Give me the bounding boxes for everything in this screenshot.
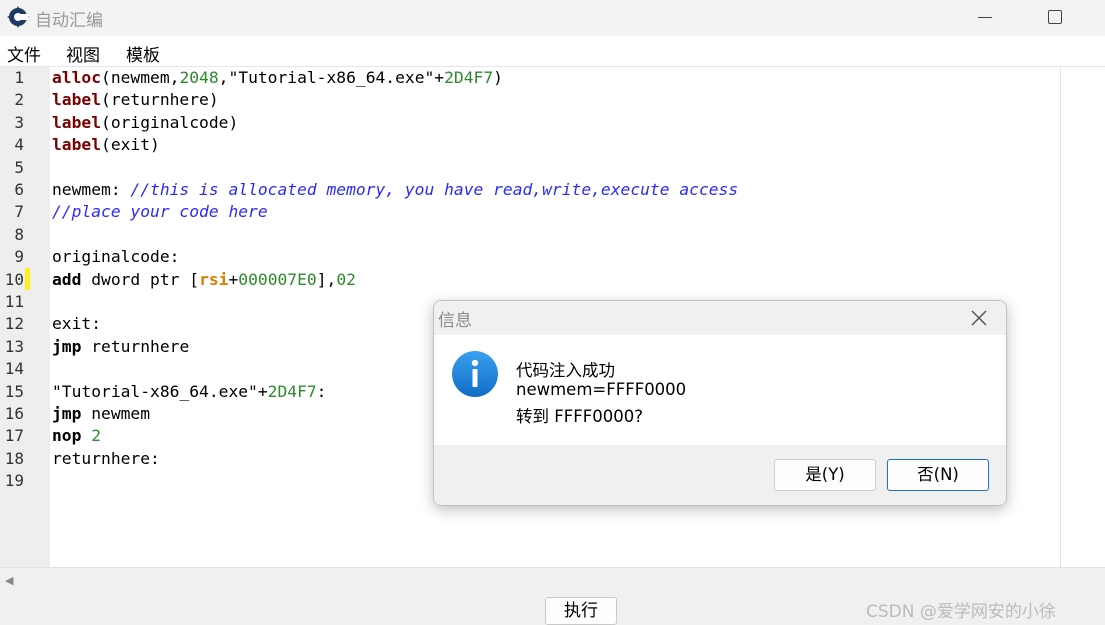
- code-token: add: [52, 269, 82, 289]
- dialog-message-line: newmem=FFFF0000: [516, 380, 687, 399]
- code-line[interactable]: label(exit): [52, 134, 160, 156]
- code-token: 000007E0: [238, 269, 317, 289]
- current-line-marker: [25, 268, 30, 290]
- dialog-title: 信息: [438, 311, 472, 331]
- code-line[interactable]: jmp returnhere: [52, 336, 189, 358]
- code-line[interactable]: exit:: [52, 313, 101, 335]
- maximize-button[interactable]: [1032, 0, 1078, 36]
- dialog-footer: 是(Y) 否(N): [434, 445, 1006, 505]
- code-token: 2: [91, 426, 102, 446]
- code-token: dword ptr [: [81, 269, 200, 289]
- line-number: 7: [14, 202, 24, 222]
- code-token: 2D4F7: [444, 68, 494, 87]
- watermark: CSDN @爱学网安的小徐: [866, 602, 1056, 622]
- code-token: alloc: [52, 68, 102, 87]
- code-token: exit:: [52, 314, 102, 334]
- menu-bar: 文件 视图 模板: [0, 36, 1105, 67]
- line-number: 9: [14, 247, 24, 267]
- scroll-left-arrow-icon[interactable]: ◀: [5, 574, 13, 587]
- code-line[interactable]: newmem: //this is allocated memory, you …: [52, 179, 738, 201]
- code-line[interactable]: returnhere:: [52, 448, 160, 470]
- code-line[interactable]: originalcode:: [52, 246, 179, 268]
- line-number: 4: [14, 135, 24, 155]
- code-token: returnhere:: [52, 448, 160, 468]
- execute-button[interactable]: 执行: [545, 597, 617, 625]
- dialog-title-bar: 信息: [434, 301, 1006, 335]
- code-line[interactable]: jmp newmem: [52, 403, 150, 425]
- code-line[interactable]: add dword ptr [rsi+000007E0],02: [52, 269, 356, 291]
- code-token: //this is allocated memory, you have rea…: [130, 180, 739, 199]
- code-token: originalcode:: [52, 247, 180, 267]
- code-line[interactable]: alloc(newmem,2048,"Tutorial-x86_64.exe"+…: [52, 67, 503, 89]
- yes-button[interactable]: 是(Y): [774, 459, 876, 491]
- code-token: nop: [52, 426, 82, 446]
- code-token: "Tutorial-x86_64.exe"+: [52, 381, 268, 401]
- code-line[interactable]: label(originalcode): [52, 112, 238, 134]
- dialog-message-line: 代码注入成功: [516, 361, 615, 380]
- line-number: 14: [4, 359, 24, 379]
- code-line[interactable]: "Tutorial-x86_64.exe"+2D4F7:: [52, 381, 326, 403]
- menu-file[interactable]: 文件: [7, 41, 41, 66]
- code-token: jmp: [52, 336, 82, 356]
- close-icon[interactable]: [968, 307, 990, 329]
- dialog-message-line: 转到 FFFF0000?: [516, 407, 643, 426]
- code-token: 2048: [179, 68, 219, 87]
- line-number: 18: [4, 448, 24, 468]
- code-token: ],: [316, 269, 337, 289]
- window-title: 自动汇编: [35, 11, 103, 31]
- code-token: ): [493, 68, 503, 87]
- code-token: jmp: [52, 404, 82, 423]
- line-number: 11: [4, 292, 24, 311]
- code-token: +: [228, 269, 239, 289]
- menu-view[interactable]: 视图: [66, 41, 100, 66]
- line-number: 1: [14, 68, 24, 87]
- code-token: (returnhere): [101, 90, 219, 110]
- code-token: :: [316, 381, 327, 401]
- line-number: 3: [14, 112, 24, 132]
- code-token: label: [52, 135, 102, 155]
- line-number: 8: [14, 224, 24, 244]
- code-line[interactable]: label(returnhere): [52, 89, 219, 111]
- code-token: (exit): [101, 135, 160, 155]
- code-token: (newmem,: [101, 68, 180, 87]
- line-number: 5: [14, 157, 24, 177]
- line-number: 16: [4, 404, 24, 423]
- line-number: 13: [4, 336, 24, 356]
- line-number: 19: [4, 471, 24, 491]
- line-number: 6: [14, 180, 24, 199]
- code-line[interactable]: //place your code here: [52, 201, 268, 223]
- code-token: newmem:: [52, 180, 131, 199]
- code-line[interactable]: nop 2: [52, 425, 101, 447]
- code-token: 2D4F7: [267, 381, 317, 401]
- code-token: label: [52, 112, 102, 132]
- bottom-bar: 执行 CSDN @爱学网安的小徐: [0, 594, 1105, 625]
- code-token: newmem: [81, 404, 151, 423]
- code-token: 02: [336, 269, 356, 289]
- dialog-body: 代码注入成功 newmem=FFFF0000 转到 FFFF0000?: [434, 335, 1006, 445]
- cheat-engine-icon: [7, 6, 29, 28]
- line-number: 17: [4, 426, 24, 446]
- line-number: 12: [4, 314, 24, 334]
- code-token: ,"Tutorial-x86_64.exe"+: [218, 68, 445, 87]
- minimize-button[interactable]: [962, 0, 1008, 36]
- title-bar: 自动汇编: [0, 0, 1105, 36]
- code-token: label: [52, 90, 102, 110]
- info-dialog: 信息 代码注入成功 newmem=FFFF0000 转到 FFFF0000? 是…: [433, 300, 1007, 506]
- code-token: (originalcode): [101, 112, 239, 132]
- code-token: returnhere: [81, 336, 190, 356]
- line-number: 2: [14, 90, 24, 110]
- line-number: 10: [4, 269, 24, 289]
- line-number-gutter: 1 2 3 4 5 6 7 8 9 10 11 12 13 14 15 16 17 18 19: [0, 67, 50, 567]
- horizontal-scrollbar[interactable]: ◀: [0, 567, 1105, 594]
- vertical-scrollbar[interactable]: [1060, 67, 1105, 567]
- no-button[interactable]: 否(N): [887, 459, 989, 491]
- code-token: //place your code here: [52, 202, 268, 222]
- menu-template[interactable]: 模板: [126, 41, 160, 66]
- code-token: rsi: [199, 269, 229, 289]
- info-icon: [452, 351, 498, 397]
- auto-assemble-window: 自动汇编 文件 视图 模板 1 2 3 4 5 6 7 8 9 10 11 12 13 14 15 16 17 1…: [0, 0, 1105, 625]
- line-number: 15: [4, 381, 24, 401]
